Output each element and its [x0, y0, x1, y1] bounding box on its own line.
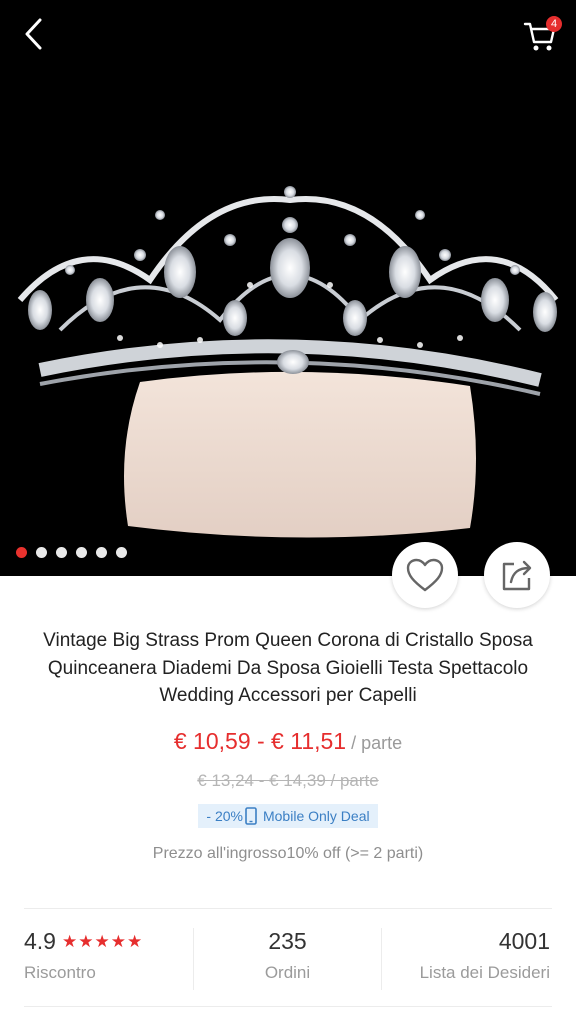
- tiara-photo: [17, 186, 559, 538]
- stat-feedback[interactable]: 4.9 ★★★★★ Riscontro: [24, 928, 194, 1000]
- price-unit: / parte: [346, 733, 403, 753]
- share-button[interactable]: [484, 542, 550, 608]
- divider: [24, 908, 552, 909]
- back-button[interactable]: [14, 12, 54, 56]
- product-image[interactable]: 4: [0, 0, 576, 576]
- cart-count-badge: 4: [546, 16, 562, 32]
- phone-icon: [245, 807, 257, 825]
- pager-dot[interactable]: [36, 547, 47, 558]
- chevron-left-icon: [25, 18, 42, 50]
- original-price-row: € 13,24 - € 14,39 / parte: [0, 771, 576, 791]
- deal-label: Mobile Only Deal: [262, 808, 370, 824]
- wishlist-button[interactable]: [392, 542, 458, 608]
- share-icon: [502, 560, 532, 591]
- pager-dot[interactable]: [96, 547, 107, 558]
- cart-button[interactable]: 4: [522, 14, 562, 54]
- rating-value: 4.9: [24, 928, 56, 954]
- heart-icon: [406, 558, 444, 592]
- wishlist-count: 4001: [498, 928, 550, 954]
- pager-dot[interactable]: [76, 547, 87, 558]
- original-price: € 13,24 - € 14,39 / parte: [197, 771, 379, 790]
- wholesale-price-info: Prezzo all'ingrosso10% off (>= 2 parti): [152, 845, 424, 862]
- stats-row: 4.9 ★★★★★ Riscontro 235 Ordini 4001 Lista…: [0, 928, 576, 1000]
- pager-dot[interactable]: [16, 547, 27, 558]
- rating-label: Riscontro: [24, 963, 96, 982]
- orders-count: 235: [268, 928, 307, 954]
- product-title: Vintage Big Strass Prom Queen Corona di …: [43, 630, 533, 706]
- pager-dot[interactable]: [56, 547, 67, 558]
- price-range: € 10,59 - € 11,51: [173, 728, 347, 754]
- rating-stars: ★★★★★: [61, 932, 144, 951]
- stat-wishlist[interactable]: 4001 Lista dei Desideri: [382, 928, 550, 1000]
- pager-dot[interactable]: [116, 547, 127, 558]
- price-row: € 10,59 - € 11,51 / parte: [0, 728, 576, 755]
- wishlist-label: Lista dei Desideri: [419, 963, 550, 982]
- mobile-deal-badge: - 20% Mobile Only Deal: [198, 804, 378, 828]
- divider: [24, 1006, 552, 1007]
- stat-orders[interactable]: 235 Ordini: [194, 928, 381, 1000]
- image-pager[interactable]: [16, 547, 127, 558]
- orders-label: Ordini: [264, 963, 311, 982]
- discount-percent: - 20%: [206, 808, 243, 824]
